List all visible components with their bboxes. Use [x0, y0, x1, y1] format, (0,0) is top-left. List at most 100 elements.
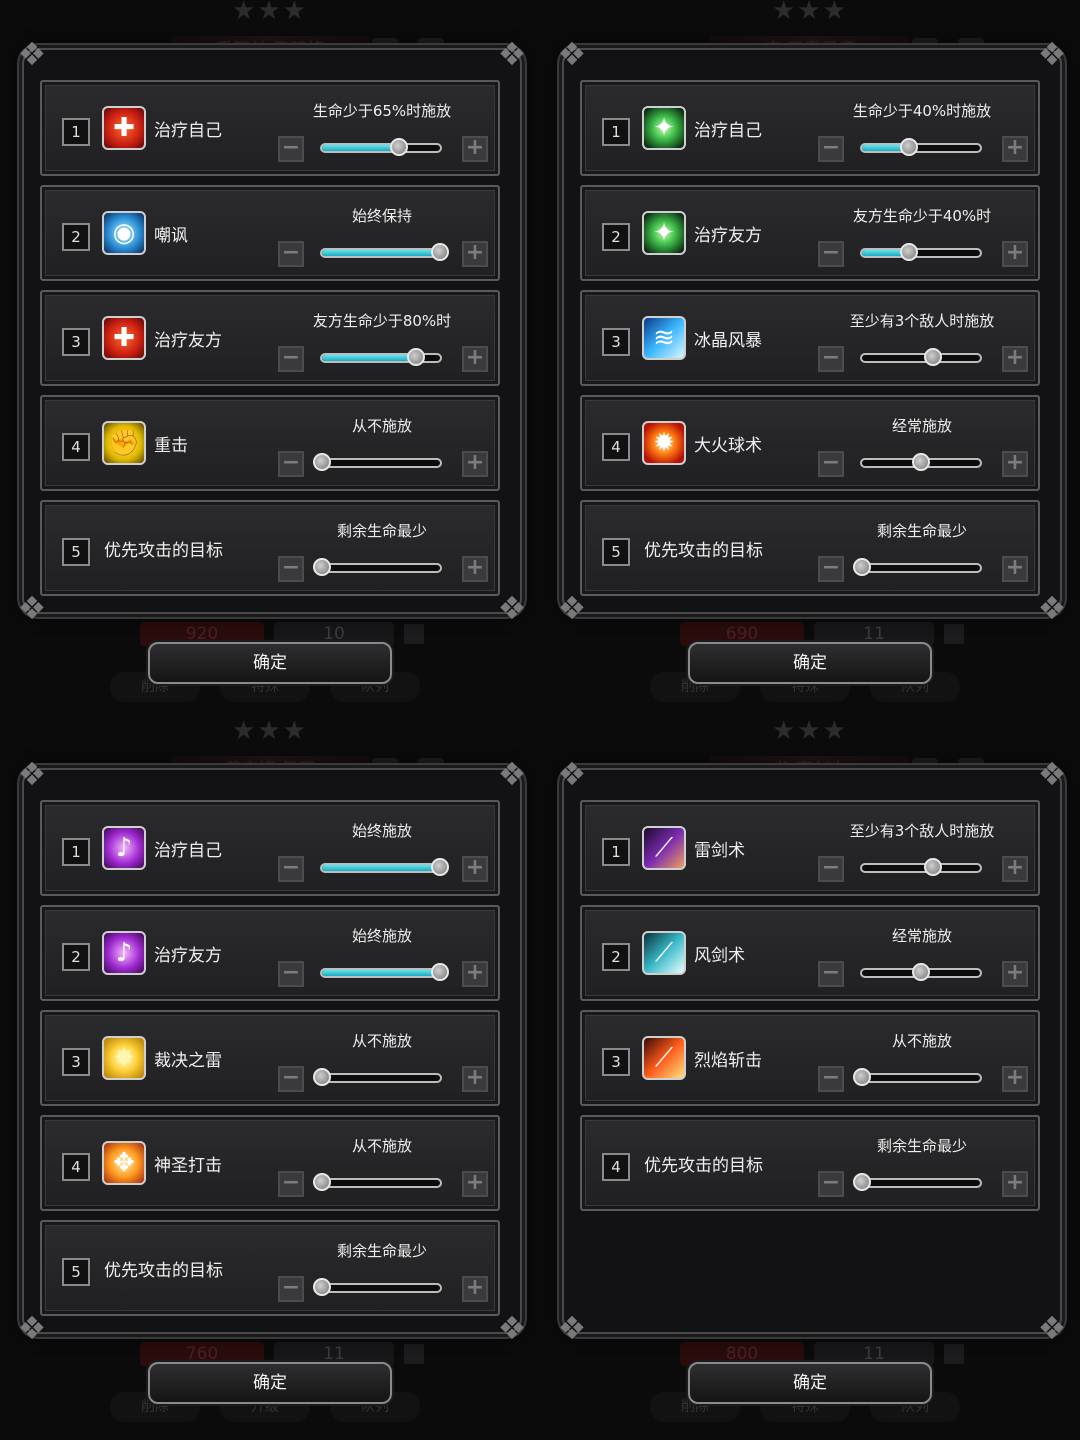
decrease-button[interactable]: −	[278, 961, 304, 987]
slider-knob[interactable]	[923, 348, 942, 366]
increase-button[interactable]: +	[462, 1276, 488, 1302]
increase-button[interactable]: +	[462, 451, 488, 477]
slider-knob[interactable]	[900, 138, 919, 156]
decrease-button[interactable]: −	[818, 1171, 844, 1197]
slider-knob[interactable]	[431, 963, 449, 981]
slider-knob[interactable]	[923, 858, 942, 876]
condition-slider[interactable]	[313, 1068, 442, 1086]
condition-slider[interactable]	[860, 243, 982, 261]
skill-settings-panel: ❖ ❖ ❖ ❖ 1 ♪ 治疗自己 始终施放 − +2 ♪ 治疗友方 始终施放 − +3 ✸ 裁决之雷 从不施放 − +…	[18, 755, 527, 1347]
slider-knob[interactable]	[431, 858, 449, 876]
increase-button[interactable]: +	[1002, 961, 1028, 987]
increase-button[interactable]: +	[462, 241, 488, 267]
skill-name: 神圣打击	[154, 1156, 222, 1176]
condition-slider[interactable]	[320, 963, 449, 981]
cast-condition: 始终保持	[351, 207, 412, 225]
frame-corner-ornament: ❖	[17, 35, 47, 73]
slider-knob[interactable]	[853, 558, 871, 576]
decrease-button[interactable]: −	[818, 241, 844, 267]
condition-slider[interactable]	[860, 963, 982, 981]
skill-name: 治疗友方	[694, 226, 762, 246]
increase-button[interactable]: +	[1002, 1066, 1028, 1092]
decrease-button[interactable]: −	[278, 241, 304, 267]
confirm-button[interactable]: 确定	[688, 1362, 932, 1404]
decrease-button[interactable]: −	[818, 136, 844, 162]
condition-slider[interactable]	[313, 1278, 442, 1296]
increase-button[interactable]: +	[462, 136, 488, 162]
condition-slider[interactable]	[860, 348, 982, 366]
slider-knob[interactable]	[912, 453, 930, 471]
decrease-button[interactable]: −	[278, 1276, 304, 1302]
decrease-button[interactable]: −	[818, 451, 844, 477]
condition-slider[interactable]	[853, 1068, 982, 1086]
increase-button[interactable]: +	[1002, 1171, 1028, 1197]
decrease-button[interactable]: −	[278, 556, 304, 582]
condition-slider[interactable]	[860, 453, 982, 471]
skill-name: 风剑术	[694, 946, 745, 966]
priority-number: 5	[602, 538, 630, 566]
priority-number: 1	[62, 118, 90, 146]
skill-row: 5 优先攻击的目标 剩余生命最少 − +	[40, 500, 500, 596]
increase-button[interactable]: +	[1002, 346, 1028, 372]
condition-slider[interactable]	[320, 858, 449, 876]
judgement-light-icon: ✸	[102, 1036, 146, 1080]
confirm-button[interactable]: 确定	[148, 1362, 392, 1404]
slider-knob[interactable]	[912, 963, 930, 981]
increase-button[interactable]: +	[462, 556, 488, 582]
decrease-button[interactable]: −	[278, 136, 304, 162]
slider-knob[interactable]	[313, 1068, 331, 1086]
ice-storm-icon: ≋	[642, 316, 686, 360]
increase-button[interactable]: +	[1002, 136, 1028, 162]
slider-knob[interactable]	[313, 453, 331, 471]
condition-slider[interactable]	[853, 1173, 982, 1191]
slider-knob[interactable]	[853, 1173, 871, 1191]
condition-slider[interactable]	[320, 138, 442, 156]
slider-knob[interactable]	[431, 243, 449, 261]
slider-knob[interactable]	[389, 138, 408, 156]
cast-condition: 从不施放	[351, 1032, 412, 1050]
decrease-button[interactable]: −	[278, 1171, 304, 1197]
increase-button[interactable]: +	[462, 1066, 488, 1092]
skill-row: 1 ✚ 治疗自己 生命少于65%时施放 − +	[40, 80, 500, 176]
confirm-button[interactable]: 确定	[688, 642, 932, 684]
slider-knob[interactable]	[313, 558, 331, 576]
frame-corner-ornament: ❖	[17, 755, 47, 793]
condition-slider[interactable]	[860, 858, 982, 876]
increase-button[interactable]: +	[1002, 451, 1028, 477]
decrease-button[interactable]: −	[278, 1066, 304, 1092]
condition-slider[interactable]	[313, 1173, 442, 1191]
condition-slider[interactable]	[313, 558, 442, 576]
decrease-button[interactable]: −	[818, 346, 844, 372]
condition-slider[interactable]	[320, 243, 449, 261]
confirm-button[interactable]: 确定	[148, 642, 392, 684]
slider-knob[interactable]	[900, 243, 919, 261]
flame-slash-icon: ⟋	[642, 1036, 686, 1080]
thunder-sword-icon: ⟋	[642, 826, 686, 870]
condition-slider[interactable]	[320, 348, 442, 366]
slider-knob[interactable]	[407, 348, 426, 366]
decrease-button[interactable]: −	[278, 451, 304, 477]
increase-button[interactable]: +	[462, 961, 488, 987]
skill-name: 治疗友方	[154, 331, 222, 351]
decrease-button[interactable]: −	[278, 856, 304, 882]
skill-row: 1 ✦ 治疗自己 生命少于40%时施放 − +	[580, 80, 1040, 176]
skill-settings-panel: ❖ ❖ ❖ ❖ 1 ✚ 治疗自己 生命少于65%时施放 − +2 ◉ 嘲讽 始终保持 − +3 ✚ 治疗友方 友方…	[18, 35, 527, 627]
condition-slider[interactable]	[860, 138, 982, 156]
slider-knob[interactable]	[313, 1278, 331, 1296]
increase-button[interactable]: +	[462, 1171, 488, 1197]
increase-button[interactable]: +	[1002, 856, 1028, 882]
increase-button[interactable]: +	[1002, 556, 1028, 582]
slider-knob[interactable]	[313, 1173, 331, 1191]
decrease-button[interactable]: −	[818, 856, 844, 882]
skill-row: 2 ⟋ 风剑术 经常施放 − +	[580, 905, 1040, 1001]
slider-knob[interactable]	[853, 1068, 871, 1086]
decrease-button[interactable]: −	[818, 1066, 844, 1092]
decrease-button[interactable]: −	[278, 346, 304, 372]
increase-button[interactable]: +	[462, 856, 488, 882]
increase-button[interactable]: +	[462, 346, 488, 372]
decrease-button[interactable]: −	[818, 961, 844, 987]
condition-slider[interactable]	[853, 558, 982, 576]
increase-button[interactable]: +	[1002, 241, 1028, 267]
condition-slider[interactable]	[313, 453, 442, 471]
decrease-button[interactable]: −	[818, 556, 844, 582]
